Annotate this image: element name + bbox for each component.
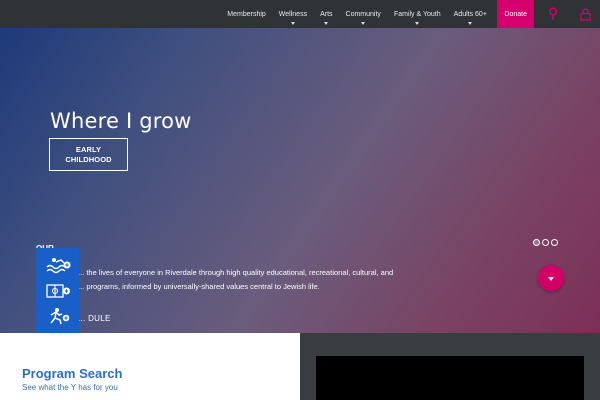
location-pin-icon[interactable] xyxy=(542,0,564,28)
schedule-link[interactable]: ... DULE xyxy=(78,314,111,323)
runner-icon[interactable] xyxy=(36,303,79,329)
about-text-line: ... the lives of everyone in Riverdale t… xyxy=(78,268,394,277)
nav-adults-60[interactable]: Adults 60+ xyxy=(447,0,493,28)
slide-dot[interactable] xyxy=(551,239,558,246)
caret-down-icon xyxy=(548,276,554,281)
slide-dot[interactable] xyxy=(533,239,540,246)
caret-down-icon xyxy=(290,22,295,25)
scroll-down-button[interactable] xyxy=(538,265,564,291)
slide-indicators xyxy=(533,239,558,246)
swimmer-icon[interactable] xyxy=(36,252,79,278)
program-search-panel: Program Search See what the Y has for yo… xyxy=(0,333,300,400)
video-player[interactable] xyxy=(316,356,584,400)
court-icon[interactable] xyxy=(36,278,79,304)
top-navigation: Membership Wellness Arts Community Famil… xyxy=(0,0,600,28)
early-childhood-button[interactable]: EARLY CHILDHOOD xyxy=(49,138,128,171)
hero-banner: Where I grow EARLY CHILDHOOD OUR ... the… xyxy=(0,28,600,333)
nav-arts[interactable]: Arts xyxy=(314,0,339,28)
slide-dot[interactable] xyxy=(542,239,549,246)
program-search-subtitle: See what the Y has for you xyxy=(22,383,118,392)
quick-links-tabs xyxy=(36,248,79,333)
caret-down-icon xyxy=(415,22,420,25)
program-search-title: Program Search xyxy=(22,366,123,381)
video-panel xyxy=(300,333,600,400)
caret-down-icon xyxy=(361,22,366,25)
nav-membership[interactable]: Membership xyxy=(221,0,273,28)
caret-down-icon xyxy=(324,22,329,25)
donate-button[interactable]: Donate xyxy=(497,0,534,28)
about-text-line: ... programs, informed by universally-sh… xyxy=(78,282,320,291)
caret-down-icon xyxy=(468,22,473,25)
nav-family-youth[interactable]: Family & Youth xyxy=(387,0,447,28)
nav-wellness[interactable]: Wellness xyxy=(272,0,313,28)
lock-icon[interactable] xyxy=(574,0,596,28)
nav-community[interactable]: Community xyxy=(339,0,387,28)
hero-title: Where I grow xyxy=(50,109,192,133)
